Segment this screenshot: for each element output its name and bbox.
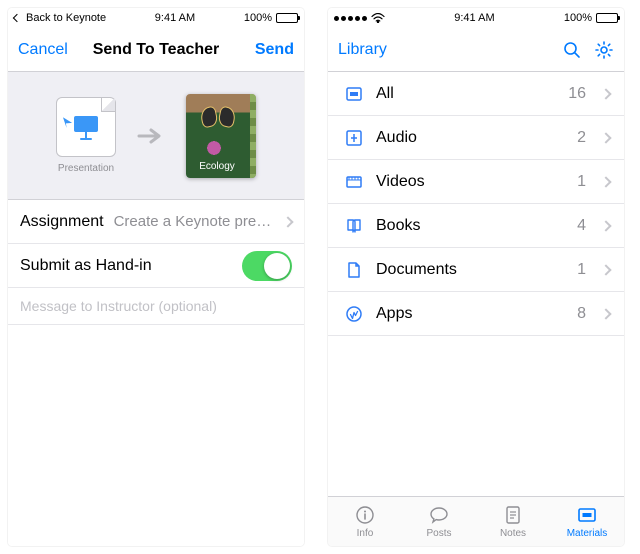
- chevron-right-icon: [282, 216, 293, 227]
- materials-icon: [576, 504, 598, 526]
- battery-percent: 100%: [564, 12, 592, 24]
- info-icon: [354, 504, 376, 526]
- list-item-label: Books: [376, 217, 567, 235]
- list-item[interactable]: Books 4: [328, 204, 624, 248]
- list-item-count: 1: [577, 173, 586, 191]
- tab-notes[interactable]: Notes: [476, 497, 550, 546]
- list-item-count: 2: [577, 129, 586, 147]
- list-item[interactable]: Audio 2: [328, 116, 624, 160]
- course-cover-image: Ecology: [186, 94, 256, 178]
- assignment-detail: Create a Keynote presentatio...: [114, 213, 274, 230]
- phone-send-to-teacher: Back to Keynote 9:41 AM 100% Cancel Send…: [8, 8, 304, 546]
- list-item-label: All: [376, 85, 558, 103]
- posts-icon: [428, 504, 450, 526]
- documents-icon: [342, 260, 366, 280]
- chevron-right-icon: [600, 88, 611, 99]
- chevron-right-icon: [600, 220, 611, 231]
- search-icon[interactable]: [562, 40, 582, 60]
- list-item[interactable]: Videos 1: [328, 160, 624, 204]
- tab-label: Info: [357, 528, 374, 539]
- assignment-row[interactable]: Assignment Create a Keynote presentatio.…: [8, 200, 304, 244]
- battery-percent: 100%: [244, 12, 272, 24]
- tab-label: Notes: [500, 528, 526, 539]
- list-item-label: Apps: [376, 305, 567, 323]
- back-to-app[interactable]: Back to Keynote: [26, 12, 106, 24]
- gear-icon[interactable]: [594, 40, 614, 60]
- list-item-label: Documents: [376, 261, 567, 279]
- chevron-right-icon: [600, 264, 611, 275]
- submit-handin-row: Submit as Hand-in: [8, 244, 304, 288]
- tab-label: Posts: [426, 528, 451, 539]
- page-title: Send To Teacher: [93, 41, 220, 59]
- list-item[interactable]: All 16: [328, 72, 624, 116]
- back-caret-icon[interactable]: [13, 14, 21, 22]
- list-item[interactable]: Apps 8: [328, 292, 624, 336]
- list-item-count: 16: [568, 85, 586, 103]
- tab-posts[interactable]: Posts: [402, 497, 476, 546]
- signal-icon: [334, 16, 367, 21]
- assignment-label: Assignment: [20, 213, 104, 231]
- all-icon: [342, 84, 366, 104]
- send-button[interactable]: Send: [255, 41, 294, 59]
- source-caption: Presentation: [56, 163, 116, 174]
- apps-icon: [342, 304, 366, 324]
- phone-library: 9:41 AM 100% Library All 16 Audio 2 Videos 1 B…: [328, 8, 624, 546]
- tab-bar: Info Posts Notes Materials: [328, 496, 624, 546]
- submit-label: Submit as Hand-in: [20, 257, 232, 275]
- battery-icon: [596, 13, 618, 23]
- books-icon: [342, 216, 366, 236]
- list-item-count: 1: [577, 261, 586, 279]
- videos-icon: [342, 172, 366, 192]
- status-bar: 9:41 AM 100%: [328, 8, 624, 28]
- tab-label: Materials: [567, 528, 608, 539]
- list-item-count: 8: [577, 305, 586, 323]
- library-list: All 16 Audio 2 Videos 1 Books 4 Documents 1 Apps 8: [328, 72, 624, 336]
- destination-course[interactable]: Ecology: [186, 94, 256, 178]
- list-item-label: Videos: [376, 173, 567, 191]
- status-time: 9:41 AM: [155, 12, 195, 24]
- list-item-count: 4: [577, 217, 586, 235]
- list-item-label: Audio: [376, 129, 567, 147]
- battery-icon: [276, 13, 298, 23]
- tab-materials[interactable]: Materials: [550, 497, 624, 546]
- status-time: 9:41 AM: [454, 12, 494, 24]
- destination-label: Ecology: [186, 161, 248, 172]
- status-bar: Back to Keynote 9:41 AM 100%: [8, 8, 304, 28]
- submit-toggle[interactable]: [242, 251, 292, 281]
- chevron-right-icon: [600, 132, 611, 143]
- source-file[interactable]: Presentation: [56, 97, 116, 174]
- wifi-icon: [371, 13, 385, 23]
- notes-icon: [502, 504, 524, 526]
- tab-info[interactable]: Info: [328, 497, 402, 546]
- library-title[interactable]: Library: [338, 41, 387, 59]
- transfer-panel: Presentation Ecology: [8, 72, 304, 200]
- chevron-right-icon: [600, 308, 611, 319]
- cancel-button[interactable]: Cancel: [18, 41, 68, 59]
- nav-bar: Library: [328, 28, 624, 72]
- nav-bar: Cancel Send To Teacher Send: [8, 28, 304, 72]
- chevron-right-icon: [600, 176, 611, 187]
- keynote-icon: [56, 97, 116, 157]
- list-item[interactable]: Documents 1: [328, 248, 624, 292]
- audio-icon: [342, 128, 366, 148]
- message-input[interactable]: Message to Instructor (optional): [8, 288, 304, 325]
- arrow-right-icon: [136, 126, 166, 146]
